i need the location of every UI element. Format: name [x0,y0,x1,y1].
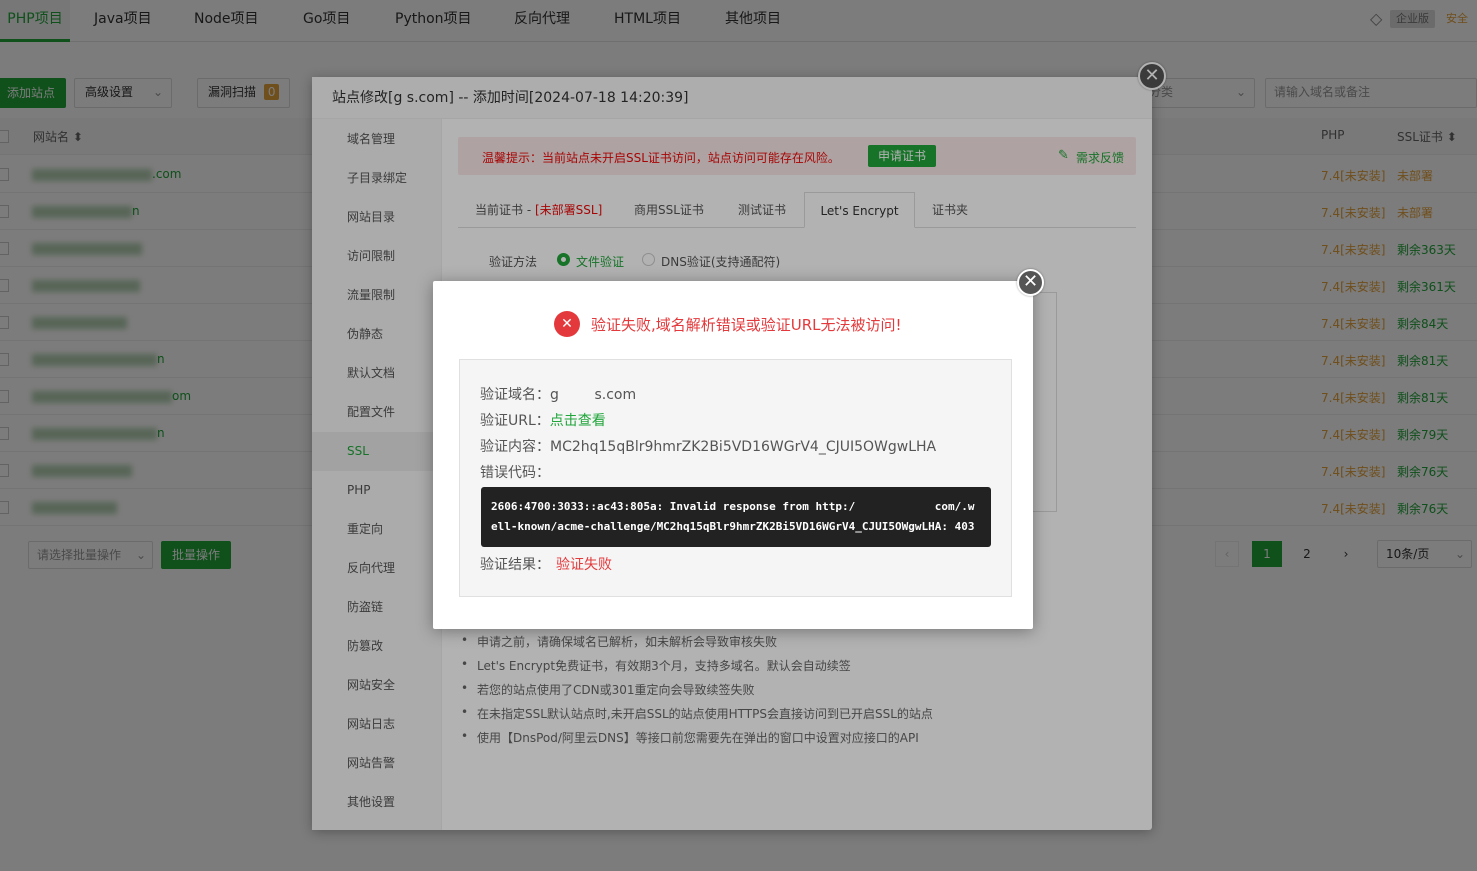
verify-domain-row: 验证域名：g s.com [480,384,636,404]
verify-domain-label: 验证域名： [480,387,550,403]
verify-url-label: 验证URL： [480,413,550,429]
error-icon: ✕ [554,311,580,337]
verify-result-label: 验证结果： [480,557,550,573]
error-title: 验证失败,域名解析错误或验证URL无法被访问! [591,316,902,334]
verify-content-value: MC2hq15qBlr9hmrZK2Bi5VD16WGrV4_CJUI5OWgw… [550,439,937,455]
verify-content-label: 验证内容： [480,439,550,455]
verify-domain-value: g s.com [550,387,637,403]
verify-result-value: 验证失败 [556,557,612,573]
error-close-icon[interactable]: ✕ [1017,269,1044,296]
verify-result-row: 验证结果： 验证失败 [480,554,612,574]
error-details: 验证域名：g s.com 验证URL：点击查看 验证内容：MC2hq15qBlr… [459,359,1012,597]
verify-url-row: 验证URL：点击查看 [480,410,606,430]
verify-url-link[interactable]: 点击查看 [550,413,606,429]
error-code-block: 2606:4700:3033::ac43:805a: Invalid respo… [481,487,991,547]
verify-error-dialog: ✕ 验证失败,域名解析错误或验证URL无法被访问! 验证域名：g s.com 验… [433,281,1033,629]
verify-content-row: 验证内容：MC2hq15qBlr9hmrZK2Bi5VD16WGrV4_CJUI… [480,436,936,456]
error-code-label: 错误代码： [480,465,550,481]
